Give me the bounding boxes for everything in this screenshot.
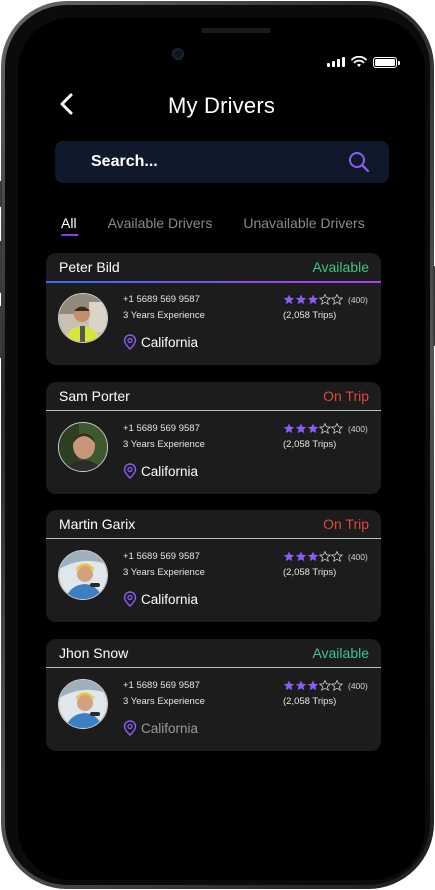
driver-card[interactable]: Jhon Snow Available +1 5689 569 9587 3 Y… <box>46 639 381 751</box>
location-pin-icon <box>123 720 137 736</box>
star-icon <box>295 294 307 305</box>
volume-down-button <box>0 306 2 358</box>
driver-phone: +1 5689 569 9587 <box>123 423 200 434</box>
star-outline-icon <box>331 423 343 434</box>
driver-card[interactable]: Peter Bild Available +1 5689 569 9587 3 … <box>46 253 381 365</box>
driver-location: California <box>123 463 198 479</box>
status-badge: On Trip <box>323 516 369 532</box>
star-icon <box>283 294 295 305</box>
rating-stars: (400) <box>283 680 368 691</box>
driver-phone: +1 5689 569 9587 <box>123 551 200 562</box>
avatar <box>58 679 108 729</box>
trip-count: (2,058 Trips) <box>283 696 337 707</box>
status-badge: On Trip <box>323 388 369 404</box>
star-icon <box>307 680 319 691</box>
speaker-grille <box>201 28 271 33</box>
driver-location: California <box>123 720 198 736</box>
star-icon <box>295 423 307 434</box>
rating-stars: (400) <box>283 551 368 562</box>
review-count: (400) <box>348 680 368 691</box>
star-outline-icon <box>331 680 343 691</box>
tab-all[interactable]: All <box>61 215 78 236</box>
rating-stars: (400) <box>283 423 368 434</box>
review-count: (400) <box>348 423 368 434</box>
driver-name: Jhon Snow <box>59 645 129 661</box>
avatar <box>58 293 108 343</box>
volume-up-button <box>0 241 2 293</box>
driver-name: Martin Garix <box>59 516 136 532</box>
driver-card-header: Sam Porter On Trip <box>46 382 381 410</box>
driver-phone: +1 5689 569 9587 <box>123 294 200 305</box>
driver-card[interactable]: Martin Garix On Trip +1 5689 569 9587 3 … <box>46 510 381 622</box>
star-outline-icon <box>319 294 331 305</box>
page-title: My Drivers <box>167 93 276 118</box>
driver-phone: +1 5689 569 9587 <box>123 680 200 691</box>
star-icon <box>307 551 319 562</box>
phone-bezel: My Drivers All Available Drivers Unavail… <box>5 5 430 885</box>
mute-switch <box>0 181 2 207</box>
trip-count: (2,058 Trips) <box>283 310 337 321</box>
search-bar[interactable] <box>55 141 389 183</box>
location-label: California <box>141 334 199 350</box>
driver-experience: 3 Years Experience <box>123 696 205 707</box>
driver-experience: 3 Years Experience <box>123 310 205 321</box>
driver-card[interactable]: Sam Porter On Trip +1 5689 569 9587 3 Ye… <box>46 382 381 494</box>
driver-name: Peter Bild <box>59 259 120 275</box>
star-outline-icon <box>331 551 343 562</box>
front-camera <box>172 48 184 60</box>
review-count: (400) <box>348 551 368 562</box>
driver-location: California <box>123 334 198 350</box>
star-outline-icon <box>319 423 331 434</box>
location-label: California <box>141 591 199 607</box>
divider <box>46 410 381 411</box>
star-outline-icon <box>319 551 331 562</box>
screen: My Drivers All Available Drivers Unavail… <box>18 18 425 880</box>
star-outline-icon <box>319 680 331 691</box>
phone-frame: My Drivers All Available Drivers Unavail… <box>0 1 435 889</box>
trip-count: (2,058 Trips) <box>283 439 337 450</box>
location-pin-icon <box>123 591 137 607</box>
wifi-icon <box>351 56 367 67</box>
star-icon <box>283 680 295 691</box>
battery-icon <box>373 56 400 68</box>
star-icon <box>307 294 319 305</box>
status-bar <box>327 56 400 68</box>
trip-count: (2,058 Trips) <box>283 567 337 578</box>
driver-experience: 3 Years Experience <box>123 439 205 450</box>
driver-card-header: Martin Garix On Trip <box>46 510 381 538</box>
location-pin-icon <box>123 463 137 479</box>
signal-icon <box>327 57 345 67</box>
star-icon <box>295 551 307 562</box>
tab-unavailable-drivers[interactable]: Unavailable Drivers <box>243 215 364 231</box>
search-icon[interactable] <box>347 150 371 174</box>
avatar <box>58 422 108 472</box>
location-label: California <box>141 720 199 736</box>
filter-tabs: All Available Drivers Unavailable Driver… <box>61 215 365 236</box>
status-badge: Available <box>312 645 369 661</box>
search-input[interactable] <box>89 152 347 172</box>
status-badge: Available <box>312 259 369 275</box>
location-pin-icon <box>123 334 137 350</box>
star-icon <box>283 551 295 562</box>
driver-card-header: Jhon Snow Available <box>46 639 381 667</box>
avatar <box>58 550 108 600</box>
tab-available-drivers[interactable]: Available Drivers <box>108 215 213 231</box>
divider <box>46 667 381 668</box>
star-outline-icon <box>331 294 343 305</box>
driver-card-header: Peter Bild Available <box>46 253 381 281</box>
location-label: California <box>141 463 199 479</box>
divider <box>46 538 381 539</box>
review-count: (400) <box>348 294 368 305</box>
divider <box>46 281 381 283</box>
driver-name: Sam Porter <box>59 388 130 404</box>
star-icon <box>295 680 307 691</box>
rating-stars: (400) <box>283 294 368 305</box>
driver-location: California <box>123 591 198 607</box>
driver-experience: 3 Years Experience <box>123 567 205 578</box>
star-icon <box>283 423 295 434</box>
star-icon <box>307 423 319 434</box>
